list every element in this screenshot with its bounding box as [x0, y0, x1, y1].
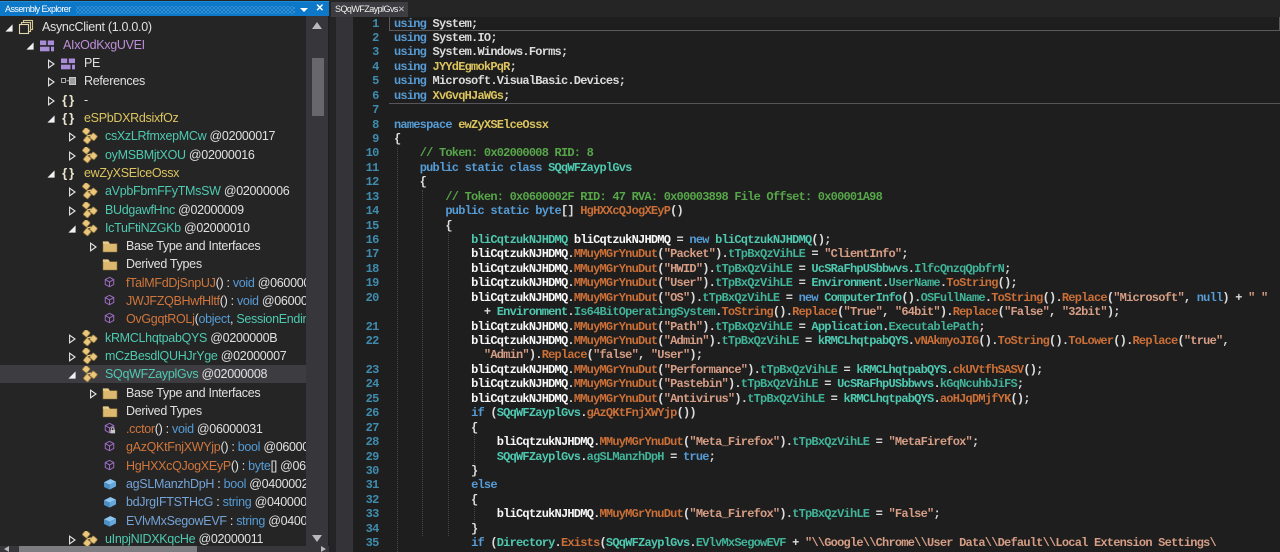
svg-text:{ }: { } [62, 92, 74, 107]
svg-text:{ }: { } [62, 165, 74, 180]
svg-text:{ }: { } [62, 111, 74, 126]
